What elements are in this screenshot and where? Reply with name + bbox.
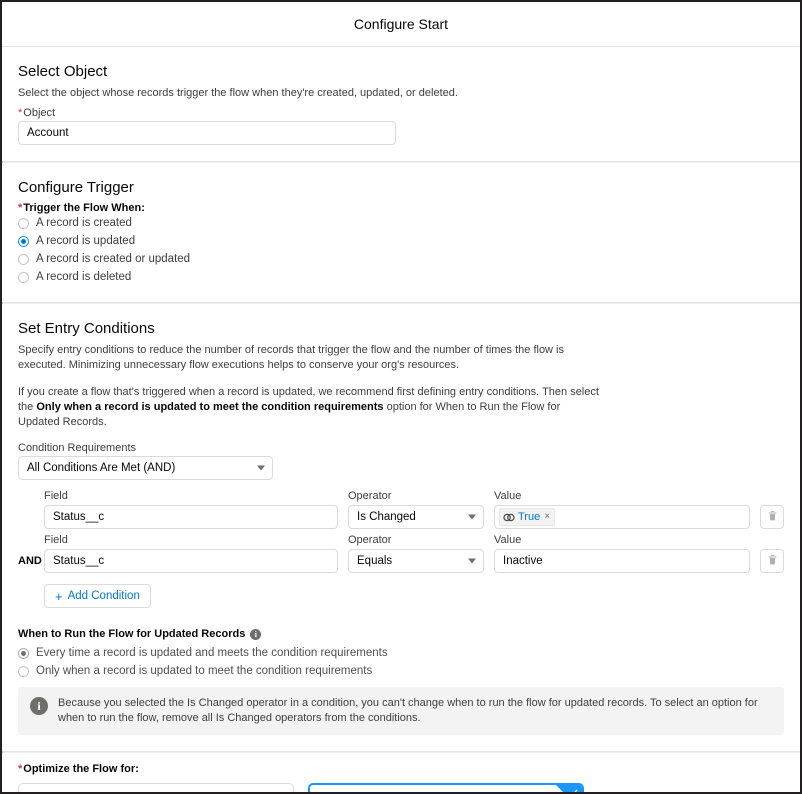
object-label-text: Object <box>23 107 56 119</box>
column-header-value: Value <box>494 490 522 502</box>
close-icon[interactable]: × <box>543 512 550 522</box>
condition-field-wrapper: Status__c <box>44 505 338 529</box>
global-constant-icon <box>503 513 515 522</box>
when-to-run-option-label: Only when a record is updated to meet th… <box>36 665 373 677</box>
when-to-run-section: When to Run the Flow for Updated Records… <box>2 608 800 735</box>
select-object-heading: Select Object <box>18 63 108 80</box>
condition-field-input[interactable]: Status__c <box>44 549 338 573</box>
when-to-run-label: When to Run the Flow for Updated Records <box>18 628 246 640</box>
optimize-cards: Fast Field Updates Update fields on the … <box>18 783 784 792</box>
delete-condition-button[interactable] <box>760 505 784 529</box>
when-to-run-option-every-time[interactable]: Every time a record is updated and meets… <box>18 646 784 660</box>
when-to-run-label-row: When to Run the Flow for Updated Records… <box>18 628 784 640</box>
trigger-option-label: A record is created or updated <box>36 253 191 265</box>
condition-rows-area: Field Operator Value Status__c Is Change… <box>2 480 800 608</box>
required-marker-trigger: * <box>18 202 23 214</box>
optimize-card-fast-field-updates[interactable]: Fast Field Updates Update fields on the … <box>18 783 294 792</box>
required-marker-optimize: * <box>18 763 23 775</box>
info-icon[interactable]: i <box>250 628 262 640</box>
column-header-operator: Operator <box>348 490 392 502</box>
plus-icon: + <box>55 588 63 604</box>
trash-icon <box>767 510 778 524</box>
add-condition-button[interactable]: + Add Condition <box>44 584 151 608</box>
column-header-value: Value <box>494 534 522 546</box>
when-to-run-option-only-when[interactable]: Only when a record is updated to meet th… <box>18 664 784 678</box>
page-title: Configure Start <box>353 16 449 32</box>
value-pill-text: True <box>518 511 541 523</box>
entry-conditions-help-1: Specify entry conditions to reduce the n… <box>18 344 565 371</box>
value-pill[interactable]: True × <box>499 508 556 526</box>
trigger-option-deleted[interactable]: A record is deleted <box>18 270 784 284</box>
select-object-help: Select the object whose records trigger … <box>18 87 458 99</box>
object-field-label: *Object <box>18 107 784 119</box>
radio-icon[interactable] <box>18 217 29 229</box>
select-object-section: Select Object Select the object whose re… <box>2 47 800 145</box>
configure-trigger-heading: Configure Trigger <box>18 179 134 196</box>
trigger-group-label-text: Trigger the Flow When: <box>23 202 145 214</box>
chevron-down-icon <box>468 514 476 520</box>
modal-header: Configure Start <box>2 2 800 47</box>
help-2-bold: Only when a record is updated to meet th… <box>36 401 384 413</box>
condition-operator-wrapper: Is Changed <box>348 505 484 529</box>
condition-field-input[interactable]: Status__c <box>44 505 338 529</box>
condition-logic-prefix: AND <box>18 555 42 567</box>
condition-value-wrapper: Inactive <box>494 549 750 573</box>
trigger-option-created-or-updated[interactable]: A record is created or updated <box>18 252 784 266</box>
delete-condition-button[interactable] <box>760 549 784 573</box>
condition-operator-value: Equals <box>357 555 393 567</box>
entry-conditions-heading: Set Entry Conditions <box>18 320 155 337</box>
optimize-label-text: Optimize the Flow for: <box>23 763 139 775</box>
trigger-option-updated[interactable]: A record is updated <box>18 234 784 248</box>
condition-operator-select[interactable]: Is Changed <box>348 505 484 529</box>
is-changed-notice: i Because you selected the Is Changed op… <box>18 687 784 735</box>
info-icon: i <box>30 697 48 715</box>
optimize-section: *Optimize the Flow for: Fast Field Updat… <box>2 753 800 792</box>
radio-icon[interactable] <box>18 271 29 283</box>
trigger-option-label: A record is deleted <box>36 271 132 283</box>
condition-columns-header-row-1: Field Operator Value <box>44 490 784 504</box>
optimize-label: *Optimize the Flow for: <box>18 763 784 775</box>
required-marker-object: * <box>18 107 23 119</box>
column-header-operator: Operator <box>348 534 392 546</box>
add-condition-label: Add Condition <box>67 590 140 602</box>
check-icon <box>568 788 579 792</box>
notice-text: Because you selected the Is Changed oper… <box>58 697 758 724</box>
condition-row: Status__c Is Changed True × <box>18 505 784 529</box>
condition-requirements-value: All Conditions Are Met (AND) <box>27 462 176 474</box>
column-header-field: Field <box>44 534 68 546</box>
chevron-down-icon <box>257 465 265 471</box>
condition-field-wrapper: Status__c <box>44 549 338 573</box>
optimize-card-actions-and-related-records[interactable]: Actions and Related Records Update any r… <box>308 783 584 792</box>
trigger-option-created[interactable]: A record is created <box>18 216 784 230</box>
chevron-down-icon <box>468 558 476 564</box>
condition-columns-header-row-2: Field Operator Value <box>44 534 784 548</box>
entry-conditions-section: Set Entry Conditions Specify entry condi… <box>2 304 800 480</box>
radio-icon[interactable] <box>18 235 29 247</box>
column-header-field: Field <box>44 490 68 502</box>
condition-value-input[interactable]: Inactive <box>494 549 750 573</box>
condition-operator-select[interactable]: Equals <box>348 549 484 573</box>
condition-operator-wrapper: Equals <box>348 549 484 573</box>
entry-conditions-help-2: If you create a flow that's triggered wh… <box>18 385 604 430</box>
condition-value-input[interactable]: True × <box>494 505 750 529</box>
trigger-group-label: *Trigger the Flow When: <box>18 202 784 214</box>
trigger-option-label: A record is created <box>36 217 132 229</box>
configure-trigger-section: Configure Trigger *Trigger the Flow When… <box>2 163 800 284</box>
condition-requirements-label: Condition Requirements <box>18 442 137 454</box>
trigger-option-label: A record is updated <box>36 235 136 247</box>
radio-icon[interactable] <box>18 647 29 659</box>
configure-start-modal: Configure Start Select Object Select the… <box>0 0 802 794</box>
condition-value-wrapper: True × <box>494 505 750 529</box>
when-to-run-option-label: Every time a record is updated and meets… <box>36 647 388 659</box>
condition-row: AND Status__c Equals Inactive <box>18 549 784 573</box>
object-input[interactable]: Account <box>18 121 396 145</box>
condition-requirements-select[interactable]: All Conditions Are Met (AND) <box>18 456 273 480</box>
trash-icon <box>767 554 778 568</box>
radio-icon[interactable] <box>18 253 29 265</box>
condition-operator-value: Is Changed <box>357 511 416 523</box>
radio-icon[interactable] <box>18 665 29 677</box>
